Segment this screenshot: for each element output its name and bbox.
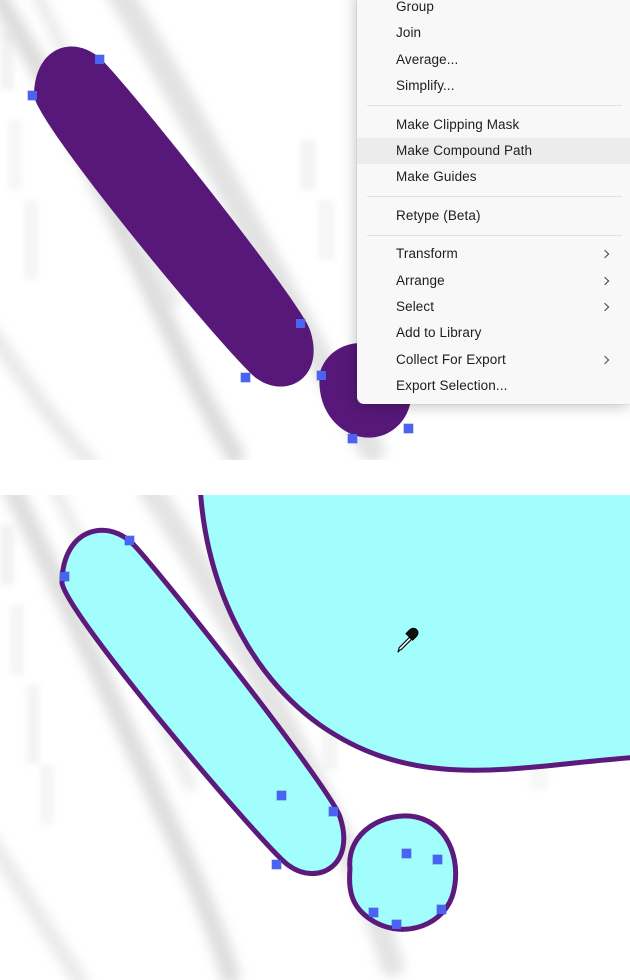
menu-item-arrange[interactable]: Arrange	[357, 268, 630, 294]
anchor-point[interactable]	[95, 55, 104, 64]
anchor-point[interactable]	[437, 905, 446, 914]
menu-separator	[367, 105, 622, 107]
eyedropper-cursor	[397, 627, 419, 653]
chevron-right-icon	[600, 276, 610, 285]
menu-item-add-to-library[interactable]: Add to Library	[357, 320, 630, 346]
anchor-point[interactable]	[317, 371, 326, 380]
anchor-point[interactable]	[392, 920, 401, 929]
screenshot-stage: Group Join Average... Simplify... Make Clipp…	[0, 0, 630, 980]
menu-item-join[interactable]: Join	[357, 20, 630, 46]
anchor-point[interactable]	[404, 424, 413, 433]
anchor-point[interactable]	[125, 536, 134, 545]
anchor-point[interactable]	[329, 807, 338, 816]
menu-item-export-selection[interactable]: Export Selection...	[357, 373, 630, 399]
anchor-point[interactable]	[348, 434, 357, 443]
anchor-point[interactable]	[28, 91, 37, 100]
anchor-point[interactable]	[241, 373, 250, 382]
anchor-point[interactable]	[402, 849, 411, 858]
anchor-point[interactable]	[369, 908, 378, 917]
menu-item-average[interactable]: Average...	[357, 47, 630, 73]
menu-separator	[367, 234, 622, 236]
chevron-right-icon	[600, 302, 610, 312]
menu-item-group[interactable]: Group	[357, 0, 630, 20]
menu-item-simplify[interactable]: Simplify...	[357, 73, 630, 99]
menu-item-make-compound-path[interactable]: Make Compound Path	[357, 137, 630, 165]
menu-item-transform[interactable]: Transform	[357, 241, 630, 267]
menu-item-make-clipping-mask[interactable]: Make Clipping Mask	[357, 112, 630, 138]
menu-item-collect-for-export[interactable]: Collect For Export	[357, 347, 630, 373]
menu-item-select[interactable]: Select	[357, 294, 630, 320]
menu-separator	[367, 196, 622, 198]
anchor-point[interactable]	[433, 855, 442, 864]
anchor-point[interactable]	[277, 791, 286, 800]
anchor-point[interactable]	[296, 319, 305, 328]
chevron-right-icon	[600, 355, 610, 365]
chevron-right-icon	[600, 250, 610, 259]
menu-item-retype-beta[interactable]: Retype (Beta)	[357, 203, 630, 229]
canvas-context-menu[interactable]: Group Join Average... Simplify... Make Clipp…	[357, 0, 630, 405]
menu-item-make-guides[interactable]: Make Guides	[357, 164, 630, 190]
artwork-after-panel	[0, 495, 630, 980]
anchor-point[interactable]	[272, 860, 281, 869]
anchor-point[interactable]	[60, 572, 69, 581]
